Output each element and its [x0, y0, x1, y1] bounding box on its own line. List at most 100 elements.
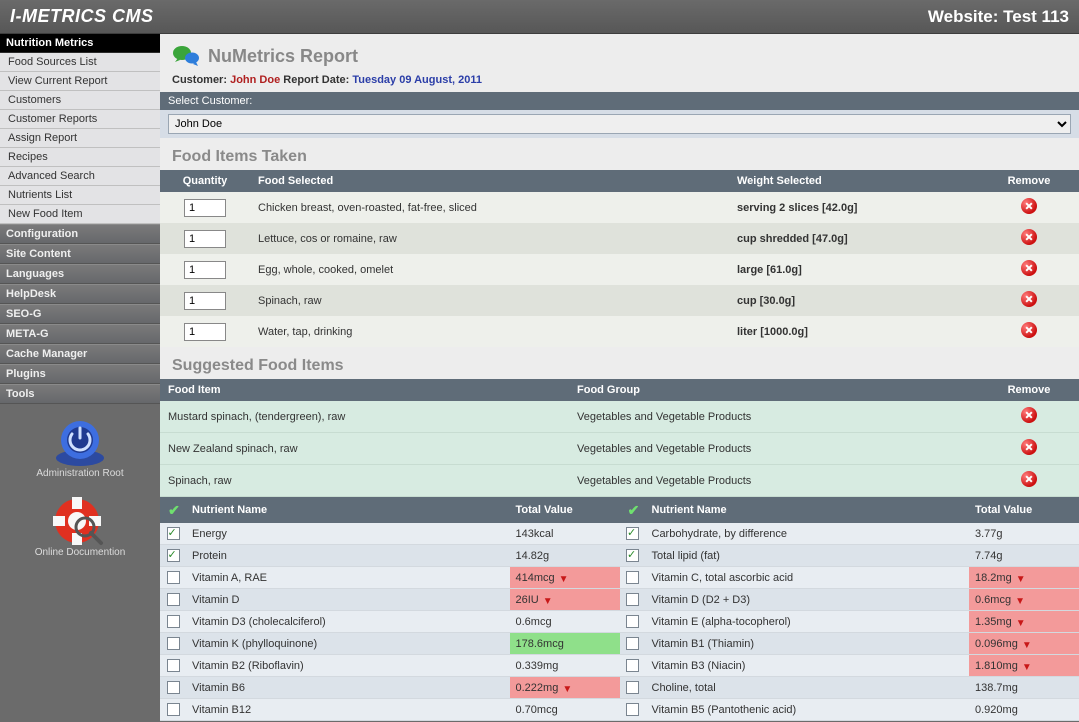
nutrient-checkbox[interactable]: [167, 549, 180, 562]
app-title: I-METRICS CMS: [10, 6, 154, 27]
th-remove: Remove: [979, 170, 1079, 192]
table-row: Choline, total138.7mg: [620, 677, 1079, 699]
sidebar-item[interactable]: Recipes: [0, 148, 160, 167]
sidebar-header[interactable]: SEO-G: [0, 304, 160, 324]
online-docs-label: Online Documention: [35, 547, 126, 558]
sidebar-item[interactable]: Nutrients List: [0, 186, 160, 205]
checkmark-icon: [626, 502, 642, 516]
nutrient-value-cell: 18.2mg: [969, 567, 1079, 589]
nutrient-value-cell: 26IU: [510, 589, 620, 611]
table-row: Vitamin K (phylloquinone)178.6mcg: [160, 633, 620, 655]
sidebar-header[interactable]: Languages: [0, 264, 160, 284]
remove-icon[interactable]: [1021, 291, 1037, 307]
table-row: Vitamin C, total ascorbic acid18.2mg: [620, 567, 1079, 589]
nutrient-checkbox[interactable]: [167, 637, 180, 650]
nutrient-value-cell: 0.6mcg: [969, 589, 1079, 611]
nutrient-checkbox[interactable]: [626, 659, 639, 672]
table-row: Vitamin B60.222mg: [160, 677, 620, 699]
sidebar-item[interactable]: Assign Report: [0, 129, 160, 148]
nutrient-checkbox[interactable]: [167, 659, 180, 672]
nutrient-checkbox[interactable]: [167, 681, 180, 694]
nutrient-checkbox[interactable]: [167, 527, 180, 540]
food-cell: Chicken breast, oven-roasted, fat-free, …: [250, 192, 729, 223]
nutrient-checkbox[interactable]: [167, 703, 180, 716]
th-weight: Weight Selected: [729, 170, 979, 192]
sugg-item-cell: Mustard spinach, (tendergreen), raw: [160, 401, 569, 433]
sidebar-header[interactable]: Cache Manager: [0, 344, 160, 364]
arrow-down-icon: [1022, 639, 1032, 649]
sidebar-header[interactable]: Tools: [0, 384, 160, 404]
nutrient-value-cell: 14.82g: [510, 545, 620, 567]
qty-input[interactable]: [184, 230, 226, 248]
nutrient-name-cell: Energy: [186, 523, 510, 545]
remove-icon[interactable]: [1021, 229, 1037, 245]
nutrient-checkbox[interactable]: [626, 549, 639, 562]
arrow-down-icon: [562, 683, 572, 693]
th-quantity: Quantity: [160, 170, 250, 192]
sidebar-header[interactable]: HelpDesk: [0, 284, 160, 304]
th-check-right[interactable]: [620, 497, 646, 523]
topbar: I-METRICS CMS Website: Test 113: [0, 0, 1079, 34]
sidebar-item[interactable]: New Food Item: [0, 205, 160, 224]
nutrient-table-left: Nutrient Name Total Value Energy143kcalP…: [160, 497, 620, 721]
qty-input[interactable]: [184, 292, 226, 310]
table-row: Lettuce, cos or romaine, rawcup shredded…: [160, 223, 1079, 254]
select-customer-dropdown[interactable]: John Doe: [168, 114, 1071, 134]
nutrient-checkbox[interactable]: [626, 681, 639, 694]
qty-input[interactable]: [184, 199, 226, 217]
table-row: Vitamin B2 (Riboflavin)0.339mg: [160, 655, 620, 677]
website-label: Website: Test 113: [928, 7, 1069, 27]
section-suggested-title: Suggested Food Items: [160, 347, 1079, 379]
sidebar-header[interactable]: Configuration: [0, 224, 160, 244]
nutrient-name-cell: Vitamin K (phylloquinone): [186, 633, 510, 655]
remove-icon[interactable]: [1021, 260, 1037, 276]
table-row: Vitamin D (D2 + D3)0.6mcg: [620, 589, 1079, 611]
remove-icon[interactable]: [1021, 198, 1037, 214]
th-nutval-right: Total Value: [969, 497, 1079, 523]
nutrient-checkbox[interactable]: [626, 571, 639, 584]
weight-cell: large [61.0g]: [729, 254, 979, 285]
meta-customer-label: Customer:: [172, 74, 227, 86]
nutrient-name-cell: Choline, total: [646, 677, 970, 699]
nutrient-checkbox[interactable]: [626, 527, 639, 540]
online-docs-button[interactable]: Online Documention: [31, 487, 130, 562]
th-check-left[interactable]: [160, 497, 186, 523]
sidebar-item[interactable]: Food Sources List: [0, 53, 160, 72]
nutrient-checkbox[interactable]: [626, 703, 639, 716]
admin-root-button[interactable]: Administration Root: [32, 408, 127, 483]
nutrient-value-cell: 1.35mg: [969, 611, 1079, 633]
nutrient-checkbox[interactable]: [626, 593, 639, 606]
remove-icon[interactable]: [1021, 439, 1037, 455]
table-row: Egg, whole, cooked, omeletlarge [61.0g]: [160, 254, 1079, 285]
nutrient-name-cell: Vitamin E (alpha-tocopherol): [646, 611, 970, 633]
weight-cell: serving 2 slices [42.0g]: [729, 192, 979, 223]
nutrient-name-cell: Vitamin D: [186, 589, 510, 611]
remove-icon[interactable]: [1021, 322, 1037, 338]
sugg-item-cell: New Zealand spinach, raw: [160, 433, 569, 465]
page-title: NuMetrics Report: [208, 46, 358, 67]
nutrient-value-cell: 7.74g: [969, 545, 1079, 567]
th-food: Food Selected: [250, 170, 729, 192]
nutrient-checkbox[interactable]: [626, 637, 639, 650]
nutrient-checkbox[interactable]: [167, 593, 180, 606]
sidebar-header-nutrition[interactable]: Nutrition Metrics: [0, 34, 160, 53]
nutrient-name-cell: Vitamin B6: [186, 677, 510, 699]
qty-input[interactable]: [184, 261, 226, 279]
table-row: New Zealand spinach, rawVegetables and V…: [160, 433, 1079, 465]
sidebar-header[interactable]: META-G: [0, 324, 160, 344]
nutrient-checkbox[interactable]: [626, 615, 639, 628]
nutrient-checkbox[interactable]: [167, 571, 180, 584]
remove-icon[interactable]: [1021, 407, 1037, 423]
sidebar-item[interactable]: Advanced Search: [0, 167, 160, 186]
sidebar-item[interactable]: Customers: [0, 91, 160, 110]
nutrient-checkbox[interactable]: [167, 615, 180, 628]
qty-input[interactable]: [184, 323, 226, 341]
table-row: Protein14.82g: [160, 545, 620, 567]
sidebar-header[interactable]: Site Content: [0, 244, 160, 264]
remove-icon[interactable]: [1021, 471, 1037, 487]
sidebar-item[interactable]: Customer Reports: [0, 110, 160, 129]
weight-cell: cup shredded [47.0g]: [729, 223, 979, 254]
sidebar-header[interactable]: Plugins: [0, 364, 160, 384]
sidebar-item[interactable]: View Current Report: [0, 72, 160, 91]
report-meta: Customer: John Doe Report Date: Tuesday …: [160, 74, 1079, 92]
